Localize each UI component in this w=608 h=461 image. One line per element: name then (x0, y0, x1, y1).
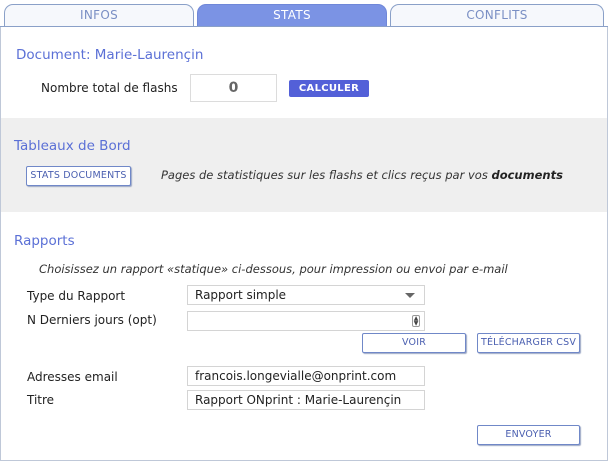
report-title-input[interactable]: Rapport ONprint : Marie-Laurençin (187, 390, 425, 410)
tab-bar: INFOS STATS CONFLITS (0, 0, 608, 27)
report-type-value: Rapport simple (195, 288, 287, 302)
dashboards-description-bold: documents (491, 168, 563, 182)
last-days-input[interactable]: ▲ ▼ (187, 311, 425, 331)
email-input[interactable]: francois.longevialle@onprint.com (187, 366, 425, 386)
dashboards-section (1, 118, 607, 212)
tab-conflits[interactable]: CONFLITS (390, 4, 604, 26)
stats-documents-button[interactable]: STATS DOCUMENTS (26, 166, 131, 186)
spinner-icon[interactable]: ▲ ▼ (412, 315, 420, 327)
dashboards-title: Tableaux de Bord (14, 138, 131, 154)
reports-title: Rapports (14, 233, 75, 249)
document-title: Document: Marie-Laurençin (16, 47, 204, 63)
total-flashes-label: Nombre total de flashs (41, 81, 178, 95)
chevron-down-icon (405, 293, 415, 298)
report-title-label: Titre (27, 393, 55, 407)
report-type-label: Type du Rapport (27, 289, 126, 303)
tab-infos[interactable]: INFOS (4, 4, 194, 26)
email-label: Adresses email (27, 370, 118, 384)
send-button[interactable]: ENVOYER (477, 425, 580, 445)
view-button[interactable]: VOIR (362, 333, 466, 353)
download-csv-button[interactable]: TÉLÉCHARGER CSV (477, 333, 580, 353)
tab-stats[interactable]: STATS (197, 4, 387, 26)
total-flashes-value: 0 (190, 74, 277, 102)
report-type-select[interactable]: Rapport simple (187, 285, 425, 305)
last-days-label: N Derniers jours (opt) (27, 313, 157, 327)
dashboards-description-text: Pages de statistiques sur les flashs et … (161, 168, 492, 182)
calculate-button[interactable]: CALCULER (289, 80, 369, 97)
reports-instructions: Choisissez un rapport «statique» ci-dess… (39, 262, 508, 276)
dashboards-description: Pages de statistiques sur les flashs et … (161, 168, 563, 182)
